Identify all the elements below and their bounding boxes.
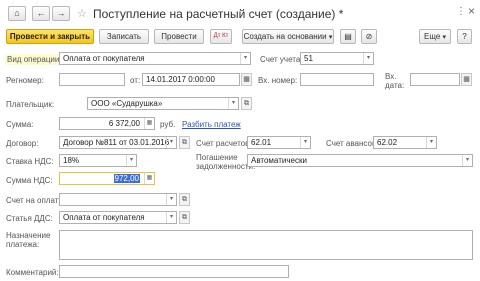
chevron-down-icon: ▾ [442, 34, 447, 41]
dt-kt-button[interactable]: Дт Кт [210, 29, 232, 44]
more-options-icon[interactable]: ⋮ [456, 6, 466, 17]
vat-rate-label: Ставка НДС: [6, 157, 54, 166]
dds-item-field[interactable]: Оплата от покупателя ▾ [59, 211, 177, 224]
account-value: 51 [304, 54, 313, 63]
advance-account-value: 62.02 [377, 138, 398, 147]
chevron-down-icon: ▾ [166, 194, 176, 205]
dds-item-value: Оплата от покупателя [63, 213, 145, 222]
operation-label: Вид операции: [5, 54, 64, 65]
favorite-star-icon[interactable]: ☆ [77, 7, 87, 20]
chevron-down-icon: ▾ [328, 34, 333, 41]
advance-account-label: Счет авансов: [326, 139, 379, 148]
vat-rate-value: 18% [63, 156, 80, 165]
settlement-account-field[interactable]: 62.01 ▾ [247, 136, 311, 149]
calculator-icon[interactable]: ▦ [144, 173, 154, 184]
regnumber-label: Регномер: [6, 76, 44, 85]
currency-label: руб. [160, 120, 176, 129]
dds-item-label: Статья ДДС: [6, 214, 53, 223]
open-icon[interactable]: ⧉ [179, 211, 190, 224]
contract-field[interactable]: Договор №811 от 03.01.2016 ▾ [59, 136, 177, 149]
more-button[interactable]: Еще ▾ [419, 29, 451, 44]
payer-value: ООО «Сударушка» [91, 99, 163, 108]
amount-label: Сумма: [6, 120, 34, 129]
comment-label: Комментарий: [6, 268, 59, 277]
payer-field[interactable]: ООО «Сударушка» ▾ [87, 97, 239, 110]
invoice-label: Счет на оплату: [6, 196, 65, 205]
advance-account-field[interactable]: 62.02 ▾ [373, 136, 437, 149]
open-icon[interactable]: ⧉ [179, 136, 190, 149]
date-field[interactable]: 14.01.2017 0:00:00 [142, 73, 240, 86]
forward-icon[interactable]: → [52, 6, 70, 21]
in-number-field[interactable] [300, 73, 374, 86]
vat-amount-field[interactable]: 972,00 ▦ [59, 172, 155, 185]
repayment-select[interactable]: Автоматически ▾ [247, 154, 473, 167]
in-number-label: Вх. номер: [258, 76, 298, 85]
amount-value: 6 372,00 [108, 119, 140, 128]
date-label: от: [130, 76, 141, 85]
purpose-textarea[interactable] [59, 230, 473, 260]
chevron-down-icon: ▾ [240, 53, 250, 64]
chevron-down-icon: ▾ [126, 155, 136, 166]
chevron-down-icon: ▾ [462, 155, 472, 166]
payer-label: Плательщик: [6, 100, 55, 109]
chevron-down-icon: ▾ [228, 98, 238, 109]
home-icon[interactable]: ⌂ [8, 6, 26, 21]
create-based-on-button[interactable]: Создать на основании ▾ [242, 29, 334, 44]
document-icon[interactable]: ▤ [340, 29, 356, 44]
window-title: Поступление на расчетный счет (создание)… [93, 7, 344, 21]
vat-rate-select[interactable]: 18% ▾ [59, 154, 137, 167]
split-payment-link[interactable]: Разбить платеж [182, 120, 241, 129]
invoice-field[interactable]: ▾ [59, 193, 177, 206]
repayment-value: Автоматически [251, 156, 307, 165]
contract-label: Договор: [6, 139, 39, 148]
operation-value: Оплата от покупателя [63, 54, 145, 63]
vat-amount-label: Сумма НДС: [6, 176, 53, 185]
in-date-label: Вх. дата: [385, 72, 405, 90]
close-icon[interactable]: × [468, 4, 475, 18]
purpose-label: Назначение платежа: [6, 231, 51, 249]
chevron-down-icon: ▾ [300, 137, 310, 148]
settlement-account-value: 62.01 [251, 138, 272, 147]
create-based-on-label: Создать на основании [243, 32, 327, 41]
operation-select[interactable]: Оплата от покупателя ▾ [59, 52, 251, 65]
chevron-down-icon: ▾ [166, 137, 176, 148]
vat-amount-value: 972,00 [113, 174, 140, 183]
calculator-icon[interactable]: ▦ [144, 118, 154, 129]
chevron-down-icon: ▾ [166, 212, 176, 223]
post-button[interactable]: Провести [154, 29, 204, 44]
in-date-field[interactable] [410, 73, 460, 86]
regnumber-field[interactable] [59, 73, 125, 86]
contract-value: Договор №811 от 03.01.2016 [63, 138, 170, 147]
account-label: Счет учета: [260, 55, 303, 64]
attachment-icon[interactable]: ⊘ [361, 29, 377, 44]
help-button[interactable]: ? [457, 29, 472, 44]
chevron-down-icon: ▾ [363, 53, 373, 64]
calendar-icon[interactable]: ▦ [241, 73, 252, 86]
account-field[interactable]: 51 ▾ [300, 52, 374, 65]
repayment-label: Погашение задолженности: [196, 153, 256, 171]
post-and-close-button[interactable]: Провести и закрыть [6, 29, 94, 44]
more-label: Еще [423, 32, 441, 41]
settlement-account-label: Счет расчетов: [196, 139, 252, 148]
chevron-down-icon: ▾ [426, 137, 436, 148]
back-icon[interactable]: ← [32, 6, 50, 21]
calendar-icon[interactable]: ▦ [461, 73, 472, 86]
save-button[interactable]: Записать [99, 29, 149, 44]
open-icon[interactable]: ⧉ [241, 97, 252, 110]
open-icon[interactable]: ⧉ [179, 193, 190, 206]
comment-field[interactable] [59, 265, 289, 278]
amount-field[interactable]: 6 372,00 ▦ [59, 117, 155, 130]
